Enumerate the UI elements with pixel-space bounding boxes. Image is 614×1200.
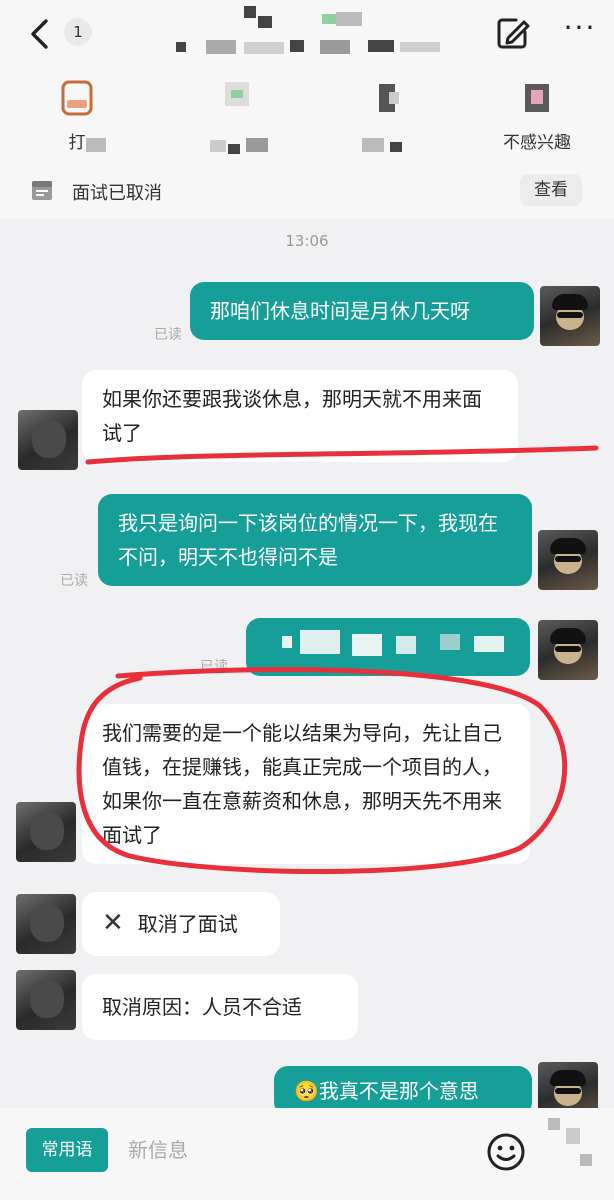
top-bar: 1 ···: [0, 0, 614, 66]
action-row: 打 不感兴趣: [0, 66, 614, 162]
view-button[interactable]: 查看: [520, 174, 582, 206]
message-bubble-received[interactable]: 取消原因：人员不合适: [82, 974, 358, 1040]
action-resume[interactable]: [182, 78, 292, 154]
my-avatar[interactable]: [538, 530, 598, 590]
red-circle-annotation: [76, 667, 568, 874]
action-not-interested[interactable]: 不感兴趣: [482, 78, 592, 153]
interview-status-bar: 面试已取消 查看: [0, 162, 614, 218]
my-avatar[interactable]: [540, 286, 600, 346]
read-receipt: 已读: [60, 573, 88, 589]
red-underline-annotation: [85, 445, 599, 465]
more-options-button[interactable]: ···: [560, 14, 600, 46]
chevron-left-icon[interactable]: [22, 16, 58, 52]
common-phrases-button[interactable]: 常用语: [26, 1128, 108, 1172]
interview-cancelled-card[interactable]: ✕ 取消了面试: [82, 892, 280, 956]
pleading-face-icon: 🥺: [294, 1079, 319, 1103]
message-timestamp: 13:06: [285, 232, 329, 250]
message-input[interactable]: [128, 1128, 468, 1172]
interview-cancelled-text: 取消了面试: [137, 912, 238, 936]
phone-card-icon: [57, 78, 97, 118]
calendar-icon: [32, 181, 52, 200]
contact-avatar[interactable]: [16, 970, 76, 1030]
resume-icon: [217, 78, 257, 118]
action-exchange-label: [332, 128, 442, 150]
message-text: 我真不是那个意思: [318, 1079, 479, 1103]
action-call[interactable]: 打: [22, 78, 132, 153]
close-icon: ✕: [102, 908, 124, 938]
interview-status-text: 面试已取消: [72, 183, 162, 204]
smiley-icon[interactable]: [486, 1132, 526, 1172]
contact-avatar[interactable]: [16, 894, 76, 954]
message-bubble-sent[interactable]: 那咱们休息时间是月休几天呀: [190, 282, 534, 340]
action-exchange[interactable]: [332, 78, 442, 152]
contact-avatar[interactable]: [18, 410, 78, 470]
action-not-interested-label: 不感兴趣: [503, 133, 571, 153]
read-receipt: 已读: [154, 327, 182, 343]
unread-count-badge: 1: [64, 18, 92, 46]
message-bubble-sent[interactable]: 我只是询问一下该岗位的情况一下，我现在不问，明天不也得问不是: [98, 494, 532, 586]
input-bar: 常用语: [0, 1108, 614, 1200]
contact-avatar[interactable]: [16, 802, 76, 862]
edit-note-icon[interactable]: [494, 14, 532, 52]
action-call-label: 打: [68, 133, 86, 153]
not-interested-icon: [517, 78, 557, 118]
exchange-icon: [367, 78, 407, 118]
